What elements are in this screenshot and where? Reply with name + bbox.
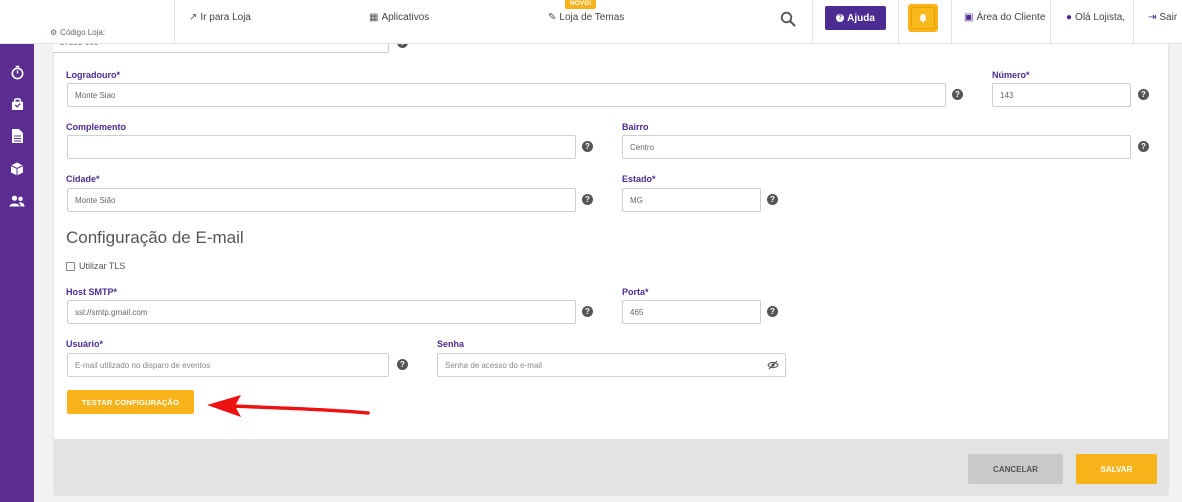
bairro-input[interactable] bbox=[622, 135, 1131, 159]
new-badge: NOVO! bbox=[565, 0, 597, 9]
search-icon[interactable] bbox=[780, 11, 796, 27]
id-card-icon: ▣ bbox=[964, 12, 974, 23]
estado-input[interactable] bbox=[622, 188, 761, 212]
tls-checkbox[interactable] bbox=[66, 261, 75, 271]
sign-out-icon: ⇥ bbox=[1148, 12, 1157, 23]
porta-label: Porta* bbox=[622, 287, 649, 297]
annotation-arrow-icon bbox=[207, 395, 370, 417]
senha-label: Senha bbox=[437, 339, 465, 349]
document-icon bbox=[11, 129, 23, 143]
divider bbox=[898, 0, 899, 44]
cancel-button[interactable]: CANCELAR bbox=[968, 454, 1063, 484]
bell-icon bbox=[911, 7, 935, 29]
complemento-input[interactable] bbox=[67, 135, 576, 159]
question-circle-icon[interactable]: ? bbox=[582, 141, 593, 152]
user-greeting: Olá Lojista, bbox=[1075, 12, 1126, 23]
complemento-label: Complemento bbox=[66, 122, 127, 132]
store-code: ⚙ Código Loja: bbox=[50, 28, 105, 37]
themes-link[interactable]: ✎ Loja de Temas bbox=[548, 12, 624, 23]
sidebar bbox=[0, 44, 34, 502]
users-icon bbox=[9, 195, 25, 207]
logout-link[interactable]: ⇥ Sair bbox=[1148, 12, 1177, 23]
divider bbox=[1133, 0, 1134, 44]
sidebar-item-orders[interactable] bbox=[0, 94, 34, 114]
logout-label: Sair bbox=[1159, 12, 1178, 23]
numero-label: Número* bbox=[992, 70, 1030, 80]
client-area-link[interactable]: ▣ Área do Cliente bbox=[964, 12, 1045, 23]
usuario-label: Usuário* bbox=[66, 339, 104, 349]
store-code-label: Código Loja: bbox=[60, 28, 106, 37]
question-circle-icon[interactable]: ? bbox=[767, 306, 778, 317]
host-input[interactable] bbox=[67, 300, 576, 324]
external-link-icon: ↗ bbox=[189, 12, 198, 23]
sidebar-item-customers[interactable] bbox=[0, 191, 34, 211]
tls-option[interactable]: Utilizar TLS bbox=[66, 261, 125, 271]
host-label: Host SMTP* bbox=[66, 287, 118, 297]
question-circle-icon[interactable]: ? bbox=[582, 194, 593, 205]
user-menu[interactable]: ● Olá Lojista, bbox=[1066, 12, 1125, 23]
sidebar-item-reports[interactable] bbox=[0, 126, 34, 146]
logradouro-input[interactable] bbox=[67, 83, 946, 107]
question-circle-icon[interactable]: ? bbox=[1138, 141, 1149, 152]
save-button[interactable]: SALVAR bbox=[1076, 454, 1157, 484]
divider bbox=[951, 0, 952, 44]
divider bbox=[174, 0, 175, 44]
sidebar-item-products[interactable] bbox=[0, 159, 34, 179]
grid-icon: ▦ bbox=[369, 12, 379, 23]
apps-label: Aplicativos bbox=[381, 12, 430, 23]
help-label: Ajuda bbox=[847, 12, 875, 24]
divider bbox=[812, 0, 813, 44]
porta-input[interactable] bbox=[622, 300, 761, 324]
apps-link[interactable]: ▦ Aplicativos bbox=[369, 12, 429, 23]
brush-icon: ✎ bbox=[548, 12, 557, 23]
logradouro-label: Logradouro* bbox=[66, 70, 120, 80]
client-area-label: Área do Cliente bbox=[976, 12, 1046, 23]
question-circle-icon[interactable]: ? bbox=[767, 194, 778, 205]
email-config-title: Configuração de E-mail bbox=[66, 228, 244, 247]
estado-label: Estado* bbox=[622, 174, 656, 184]
shopping-bag-icon bbox=[11, 98, 23, 111]
notifications-button[interactable] bbox=[908, 4, 938, 32]
user-icon: ● bbox=[1066, 12, 1073, 23]
stopwatch-icon bbox=[11, 65, 23, 79]
themes-label: Loja de Temas bbox=[559, 12, 625, 23]
question-circle-icon[interactable]: ? bbox=[582, 306, 593, 317]
question-circle-icon[interactable]: ? bbox=[397, 359, 408, 370]
tls-label: Utilizar TLS bbox=[79, 261, 126, 271]
gear-icon: ⚙ bbox=[50, 28, 58, 37]
sidebar-item-history[interactable] bbox=[0, 62, 34, 82]
cidade-input[interactable] bbox=[67, 188, 576, 212]
cidade-label: Cidade* bbox=[66, 174, 100, 184]
divider bbox=[1050, 0, 1051, 44]
eye-slash-icon[interactable] bbox=[767, 360, 779, 370]
question-circle-icon[interactable]: ? bbox=[952, 89, 963, 100]
senha-input[interactable] bbox=[437, 353, 786, 377]
help-button[interactable]: ? Ajuda bbox=[825, 6, 886, 30]
numero-input[interactable] bbox=[992, 83, 1131, 107]
go-to-store-link[interactable]: ↗ Ir para Loja bbox=[189, 12, 251, 23]
bairro-label: Bairro bbox=[622, 122, 649, 132]
box-icon bbox=[10, 162, 24, 176]
top-bar: ⚙ Código Loja: ↗ Ir para Loja ▦ Aplicati… bbox=[0, 0, 1182, 44]
question-circle-icon: ? bbox=[836, 14, 845, 22]
question-circle-icon[interactable]: ? bbox=[1138, 89, 1149, 100]
go-to-store-label: Ir para Loja bbox=[200, 12, 251, 23]
usuario-input[interactable] bbox=[67, 353, 389, 377]
test-config-button[interactable]: TESTAR CONFIGURAÇÃO bbox=[67, 390, 194, 414]
